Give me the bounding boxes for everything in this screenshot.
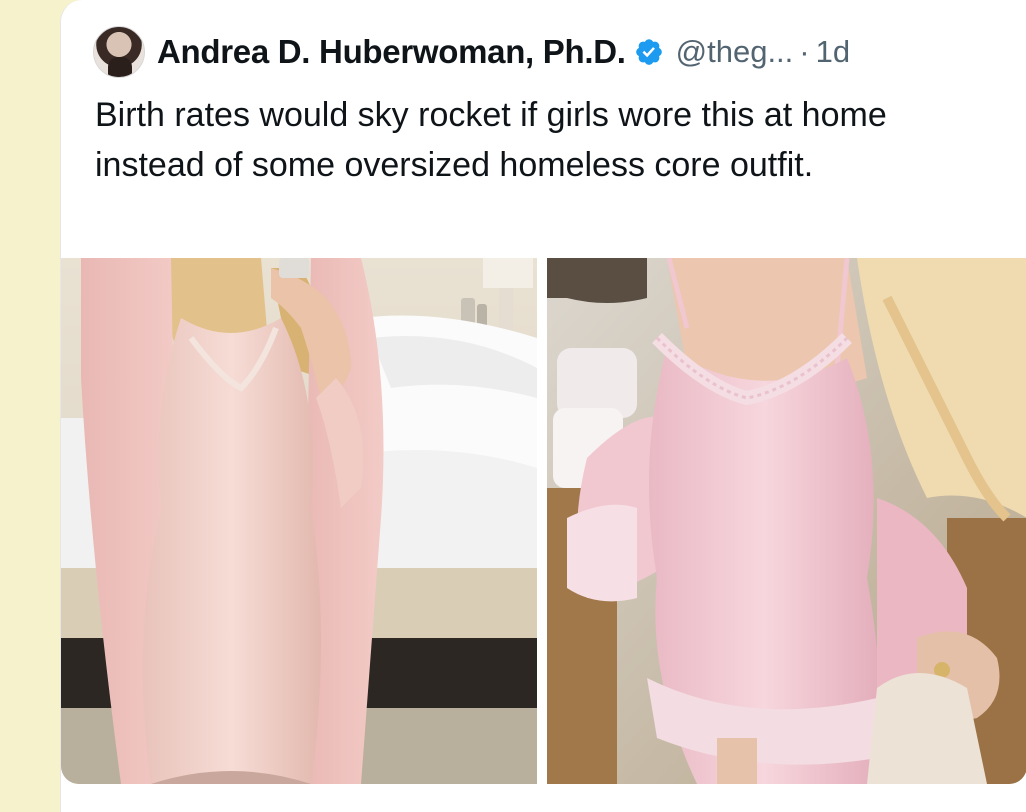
photo-left[interactable] [61, 258, 537, 784]
tweet-card[interactable]: Andrea D. Huberwoman, Ph.D. @theg... · 1… [60, 0, 1026, 812]
timestamp[interactable]: 1d [816, 34, 850, 70]
verified-badge-icon [634, 37, 664, 67]
separator-dot: · [799, 34, 810, 69]
tweet-text: Birth rates would sky rocket if girls wo… [95, 96, 887, 184]
media-grid [61, 258, 1026, 784]
tweet-header: Andrea D. Huberwoman, Ph.D. @theg... · 1… [93, 26, 850, 78]
photo-right[interactable] [547, 258, 1026, 784]
avatar[interactable] [93, 26, 145, 78]
author-name[interactable]: Andrea D. Huberwoman, Ph.D. [157, 33, 626, 71]
author-handle[interactable]: @theg... [676, 34, 794, 70]
